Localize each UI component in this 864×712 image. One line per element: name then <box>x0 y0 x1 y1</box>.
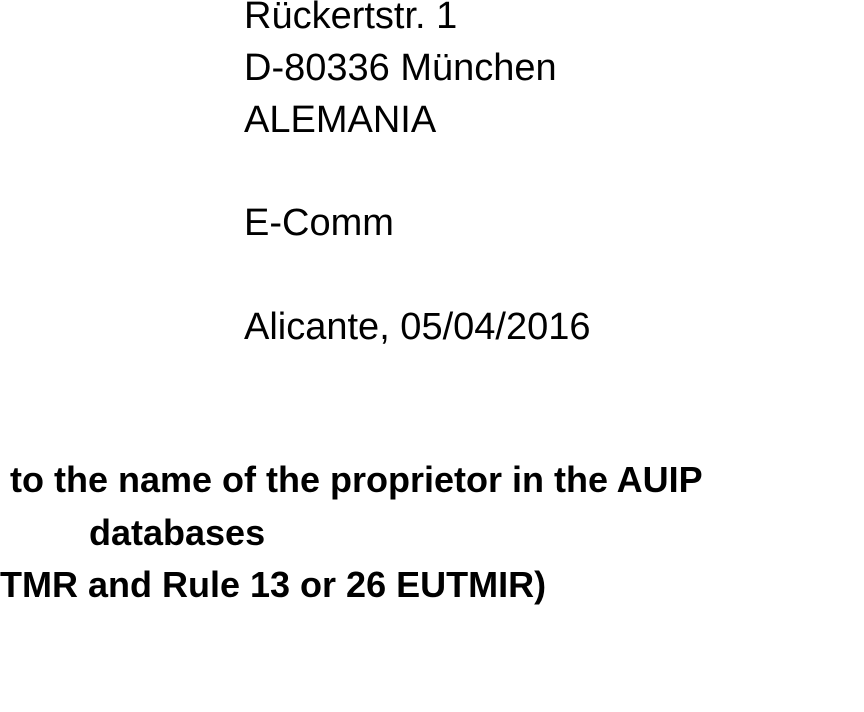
delivery-channel: E-Comm <box>244 202 394 244</box>
address-street: Rückertstr. 1 <box>244 0 458 37</box>
letter-page: Rückertstr. 1 D-80336 München ALEMANIA E… <box>0 0 864 712</box>
subject-line-3: TMR and Rule 13 or 26 EUTMIR) <box>0 564 547 605</box>
subject-line-1: to the name of the proprietor in the AUI… <box>10 459 703 500</box>
place-and-date: Alicante, 05/04/2016 <box>244 306 591 348</box>
address-country: ALEMANIA <box>244 99 437 141</box>
subject-line-2: databases <box>89 512 266 553</box>
address-city: D-80336 München <box>244 47 557 89</box>
